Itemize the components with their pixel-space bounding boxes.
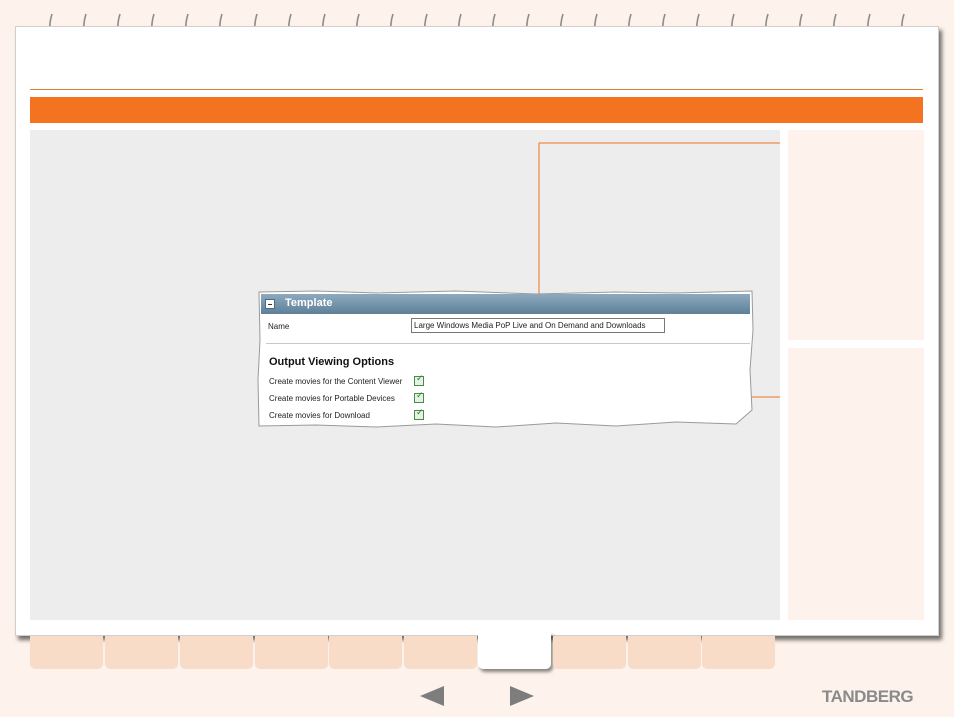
tab-9[interactable] — [628, 636, 701, 669]
option-label: Create movies for Portable Devices — [269, 394, 395, 403]
tab-7-active[interactable] — [478, 632, 551, 669]
option-label: Create movies for Download — [269, 411, 370, 420]
download-checkbox[interactable] — [414, 408, 424, 420]
tab-8[interactable] — [553, 636, 626, 669]
right-arrow-icon[interactable] — [510, 686, 534, 706]
brand-logo: TANDBERG — [822, 687, 914, 706]
tab-1[interactable] — [30, 636, 103, 669]
option-label: Create movies for the Content Viewer — [269, 377, 403, 386]
tab-10[interactable] — [702, 636, 775, 669]
template-panel: Template Name Large Windows Media PoP Li… — [256, 290, 754, 430]
tab-2[interactable] — [105, 636, 178, 669]
tab-3[interactable] — [180, 636, 253, 669]
tab-6[interactable] — [404, 636, 477, 669]
name-field[interactable]: Large Windows Media PoP Live and On Dema… — [411, 318, 665, 333]
divider — [266, 343, 750, 344]
panel-header: Template — [261, 294, 750, 314]
tab-5[interactable] — [329, 636, 402, 669]
portable-devices-checkbox[interactable] — [414, 391, 424, 403]
collapse-icon[interactable] — [265, 299, 275, 309]
content-viewer-checkbox[interactable] — [414, 374, 424, 386]
left-arrow-icon[interactable] — [420, 686, 444, 706]
panel-title: Template — [285, 297, 333, 309]
section-title: Output Viewing Options — [269, 356, 395, 368]
name-label: Name — [268, 322, 290, 331]
tab-4[interactable] — [255, 636, 328, 669]
